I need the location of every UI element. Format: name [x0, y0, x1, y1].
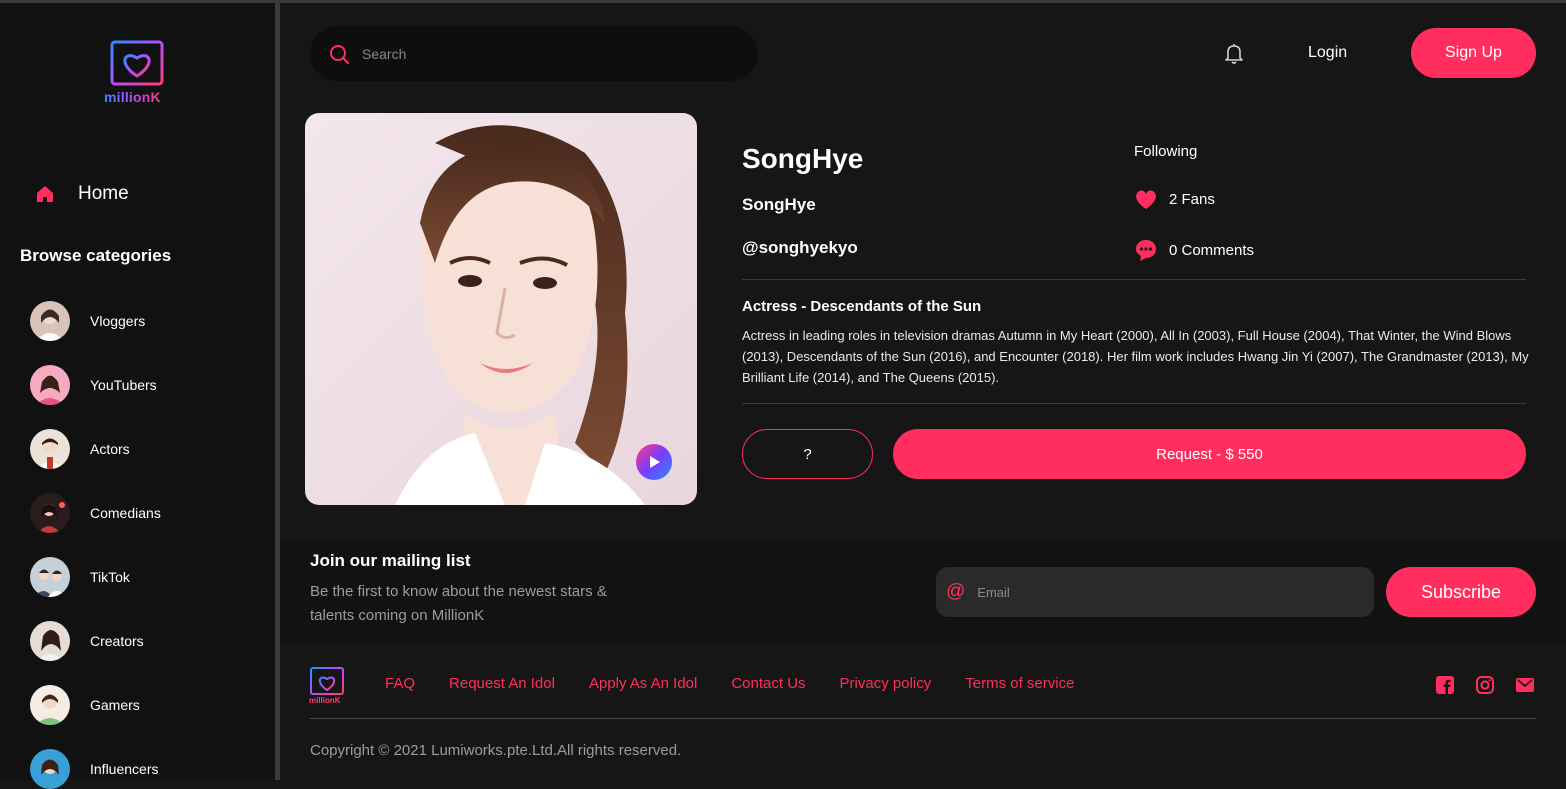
heart-icon [1136, 190, 1156, 209]
home-icon [37, 186, 53, 202]
sidebar-item-gamers[interactable]: Gamers [30, 685, 250, 725]
subscribe-button[interactable]: Subscribe [1386, 567, 1536, 617]
footer-links: FAQ Request An Idol Apply As An Idol Con… [385, 675, 1108, 692]
footer-link-request-idol[interactable]: Request An Idol [449, 675, 555, 692]
footer-link-apply-idol[interactable]: Apply As An Idol [589, 675, 697, 692]
avatar [30, 621, 70, 661]
email-input[interactable] [977, 584, 1358, 600]
category-label: Vloggers [90, 313, 146, 329]
search-input[interactable] [362, 45, 722, 62]
footer-logo[interactable]: millionK [307, 666, 347, 706]
avatar [30, 557, 70, 597]
sidebar-item-tiktok[interactable]: TikTok [30, 557, 250, 597]
profile-display-name: SongHye [742, 195, 816, 214]
question-button[interactable]: ? [742, 429, 873, 479]
avatar [30, 493, 70, 533]
bell-icon[interactable] [1222, 41, 1246, 65]
comments-label: 0 Comments [1169, 241, 1255, 259]
category-label: TikTok [90, 569, 130, 585]
brand-name: millionK [104, 89, 161, 105]
search-icon [330, 44, 349, 64]
instagram-icon[interactable] [1476, 676, 1494, 694]
avatar [30, 429, 70, 469]
profile-handle: @songhyekyo [742, 238, 858, 257]
signup-button[interactable]: Sign Up [1411, 28, 1536, 78]
avatar [30, 365, 70, 405]
mailing-title: Join our mailing list [310, 551, 471, 570]
fans-count[interactable]: 2 Fans [1134, 188, 1215, 210]
bio-text: Actress in leading roles in television d… [742, 328, 1529, 385]
copyright-text: Copyright © 2021 Lumiworks.pte.Ltd.All r… [310, 742, 682, 759]
category-label: Gamers [90, 697, 140, 713]
footer-link-terms[interactable]: Terms of service [965, 675, 1074, 692]
divider [742, 403, 1526, 404]
sidebar-divider [275, 3, 280, 780]
fans-label: 2 Fans [1169, 190, 1215, 208]
sidebar-item-influencers[interactable]: Influencers [30, 749, 250, 789]
category-label: Influencers [90, 761, 159, 777]
avatar [30, 301, 70, 341]
footer-link-faq[interactable]: FAQ [385, 675, 415, 692]
mailing-text: Be the first to know about the newest st… [310, 583, 607, 624]
mail-icon[interactable] [1516, 678, 1534, 692]
comments-count[interactable]: 0 Comments [1134, 238, 1254, 262]
play-video-button[interactable] [636, 444, 672, 480]
comment-icon [1136, 240, 1156, 261]
sidebar-item-comedians[interactable]: Comedians [30, 493, 250, 533]
request-button[interactable]: Request - $ 550 [893, 429, 1526, 479]
footer-divider [310, 718, 1536, 719]
category-label: YouTubers [90, 377, 157, 393]
divider [742, 279, 1526, 280]
category-label: Creators [90, 633, 144, 649]
sidebar-item-vloggers[interactable]: Vloggers [30, 301, 250, 341]
sidebar-item-label: Home [78, 183, 129, 204]
footer-link-privacy[interactable]: Privacy policy [840, 675, 932, 692]
sidebar-item-creators[interactable]: Creators [30, 621, 250, 661]
login-link[interactable]: Login [1308, 44, 1347, 62]
browse-categories-heading: Browse categories [20, 246, 172, 265]
sidebar-item-youtubers[interactable]: YouTubers [30, 365, 250, 405]
sidebar-item-actors[interactable]: Actors [30, 429, 250, 469]
avatar [30, 685, 70, 725]
category-label: Actors [90, 441, 130, 457]
category-label: Comedians [90, 505, 161, 521]
bio-title: Actress - Descendants of the Sun [742, 298, 982, 315]
play-icon [650, 456, 660, 468]
following-label[interactable]: Following [1134, 143, 1197, 160]
footer-link-contact[interactable]: Contact Us [731, 675, 805, 692]
avatar [30, 749, 70, 789]
search-bar[interactable] [310, 26, 758, 81]
sidebar-item-home[interactable]: Home [34, 183, 129, 205]
email-field[interactable]: @ [936, 567, 1374, 617]
svg-text:millionK: millionK [309, 696, 341, 705]
at-icon: @ [946, 581, 966, 602]
facebook-icon[interactable] [1436, 676, 1454, 694]
profile-photo[interactable] [305, 113, 697, 505]
profile-name: SongHye [742, 143, 864, 174]
